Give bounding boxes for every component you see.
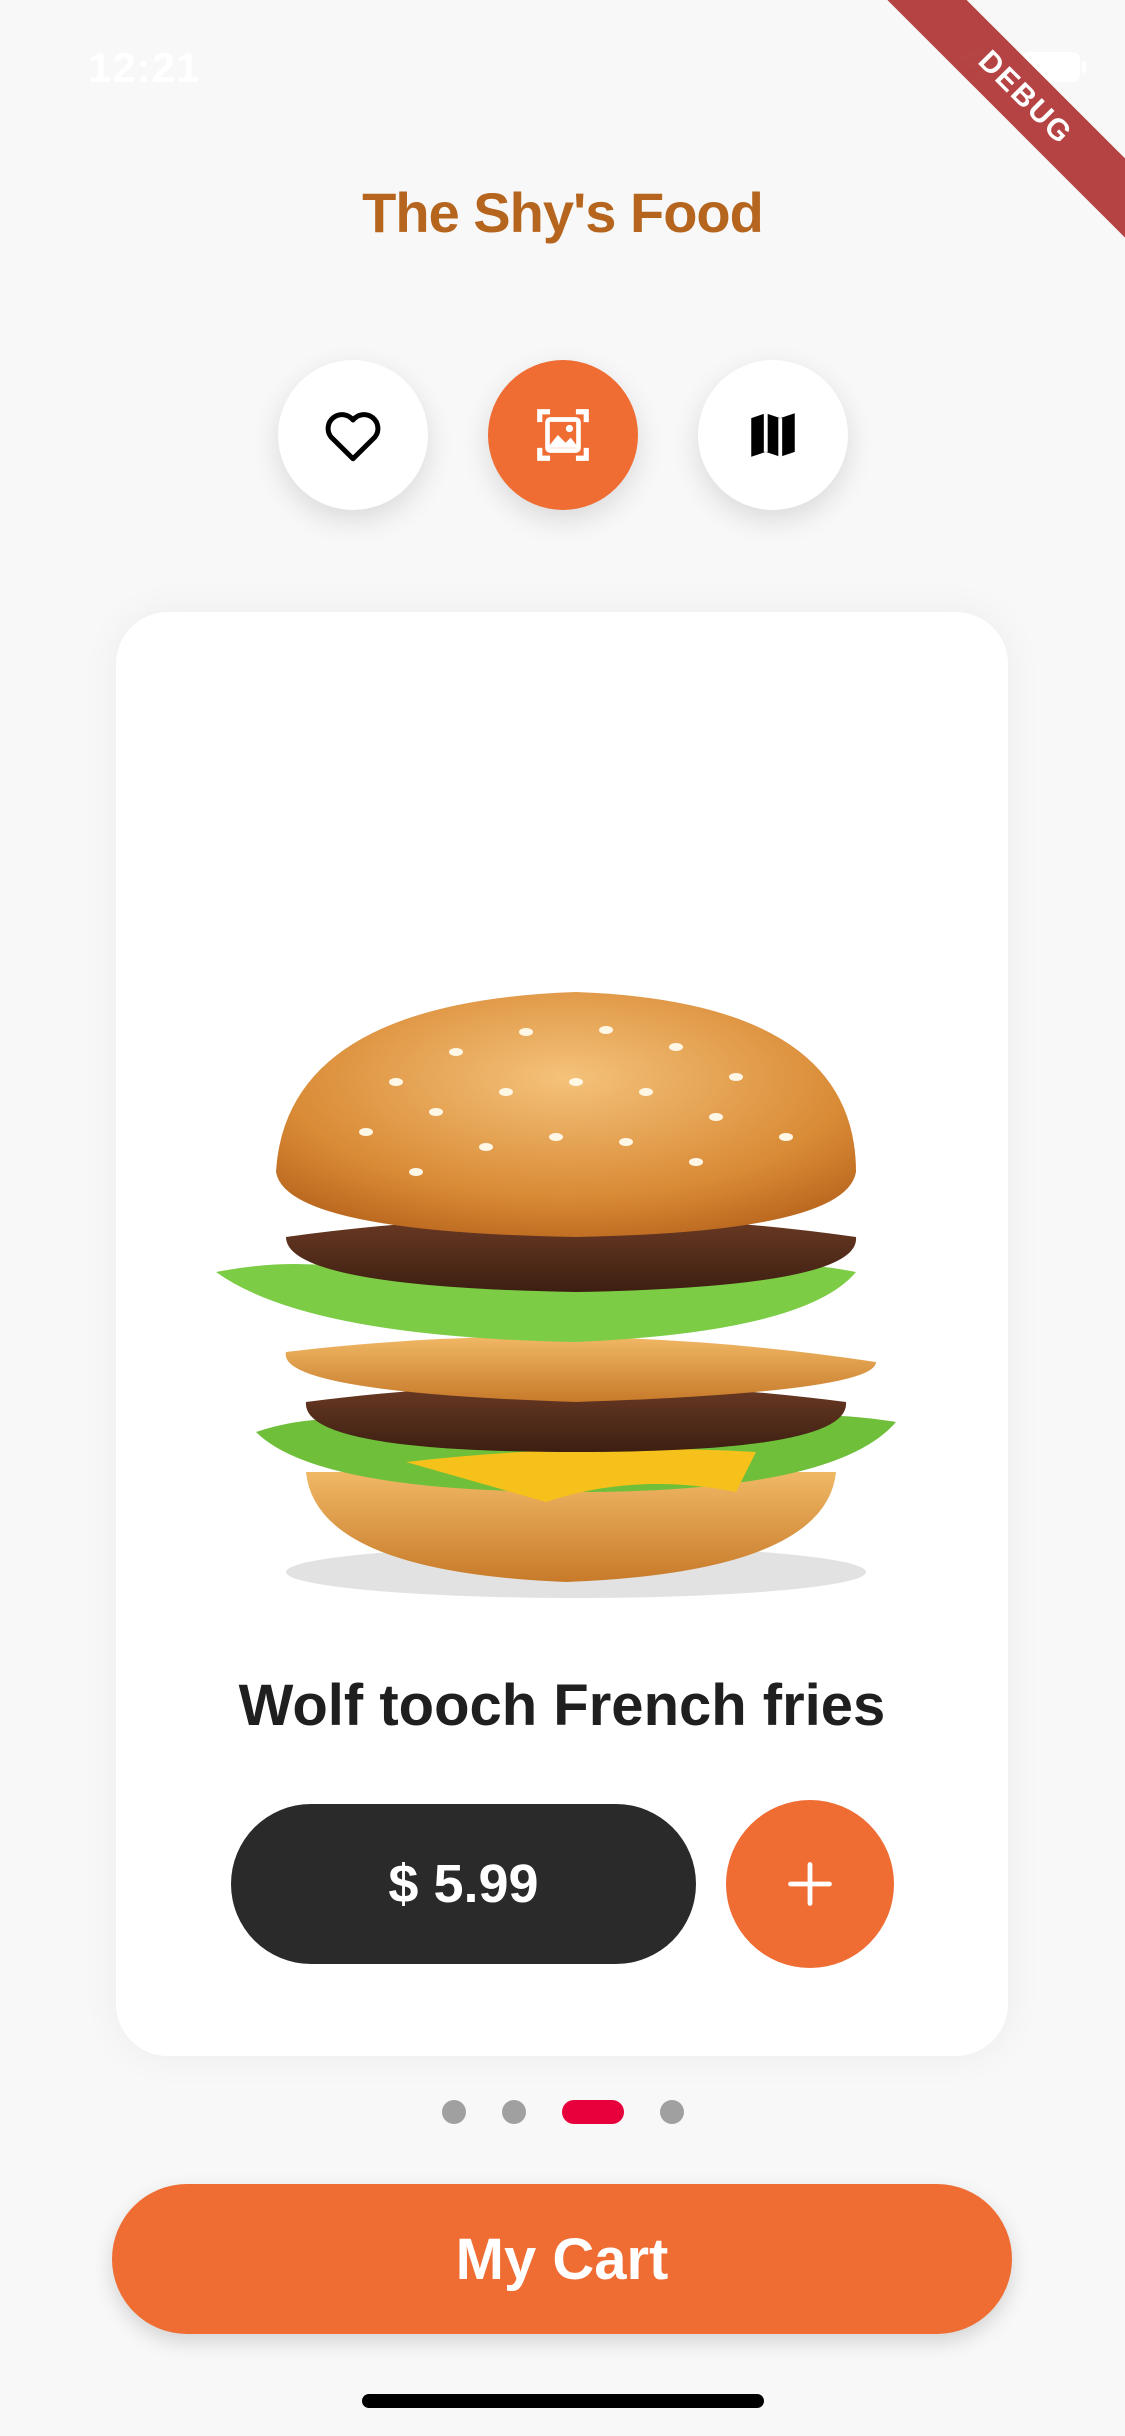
heart-icon (325, 412, 380, 462)
product-name: Wolf tooch French fries (238, 1673, 886, 1738)
page-indicator (0, 2100, 1125, 2124)
page-dot[interactable] (441, 2100, 466, 2124)
my-cart-label: My Cart (455, 2226, 669, 2292)
my-cart-button[interactable]: My Cart (112, 2184, 1012, 2334)
add-to-cart-button[interactable] (726, 1800, 894, 1968)
status-time: 12:21 (88, 44, 201, 91)
price-label: $ 5.99 (388, 1854, 539, 1914)
price-button[interactable]: $ 5.99 (231, 1804, 696, 1964)
page-dot[interactable] (659, 2100, 684, 2124)
gallery-button[interactable] (487, 360, 638, 510)
top-actions (0, 360, 1125, 510)
gallery-icon (536, 409, 589, 461)
burger-image (216, 992, 896, 1598)
home-indicator[interactable] (362, 2394, 764, 2408)
map-icon (750, 413, 795, 457)
page-title: The Shy's Food (362, 181, 764, 244)
favorites-button[interactable] (277, 360, 428, 510)
page-dot[interactable] (501, 2100, 526, 2124)
map-button[interactable] (697, 360, 848, 510)
plus-icon (788, 1862, 832, 1906)
product-card[interactable]: Wolf tooch French fries $ 5.99 (116, 612, 1008, 2056)
page-dot-active[interactable] (561, 2100, 624, 2124)
